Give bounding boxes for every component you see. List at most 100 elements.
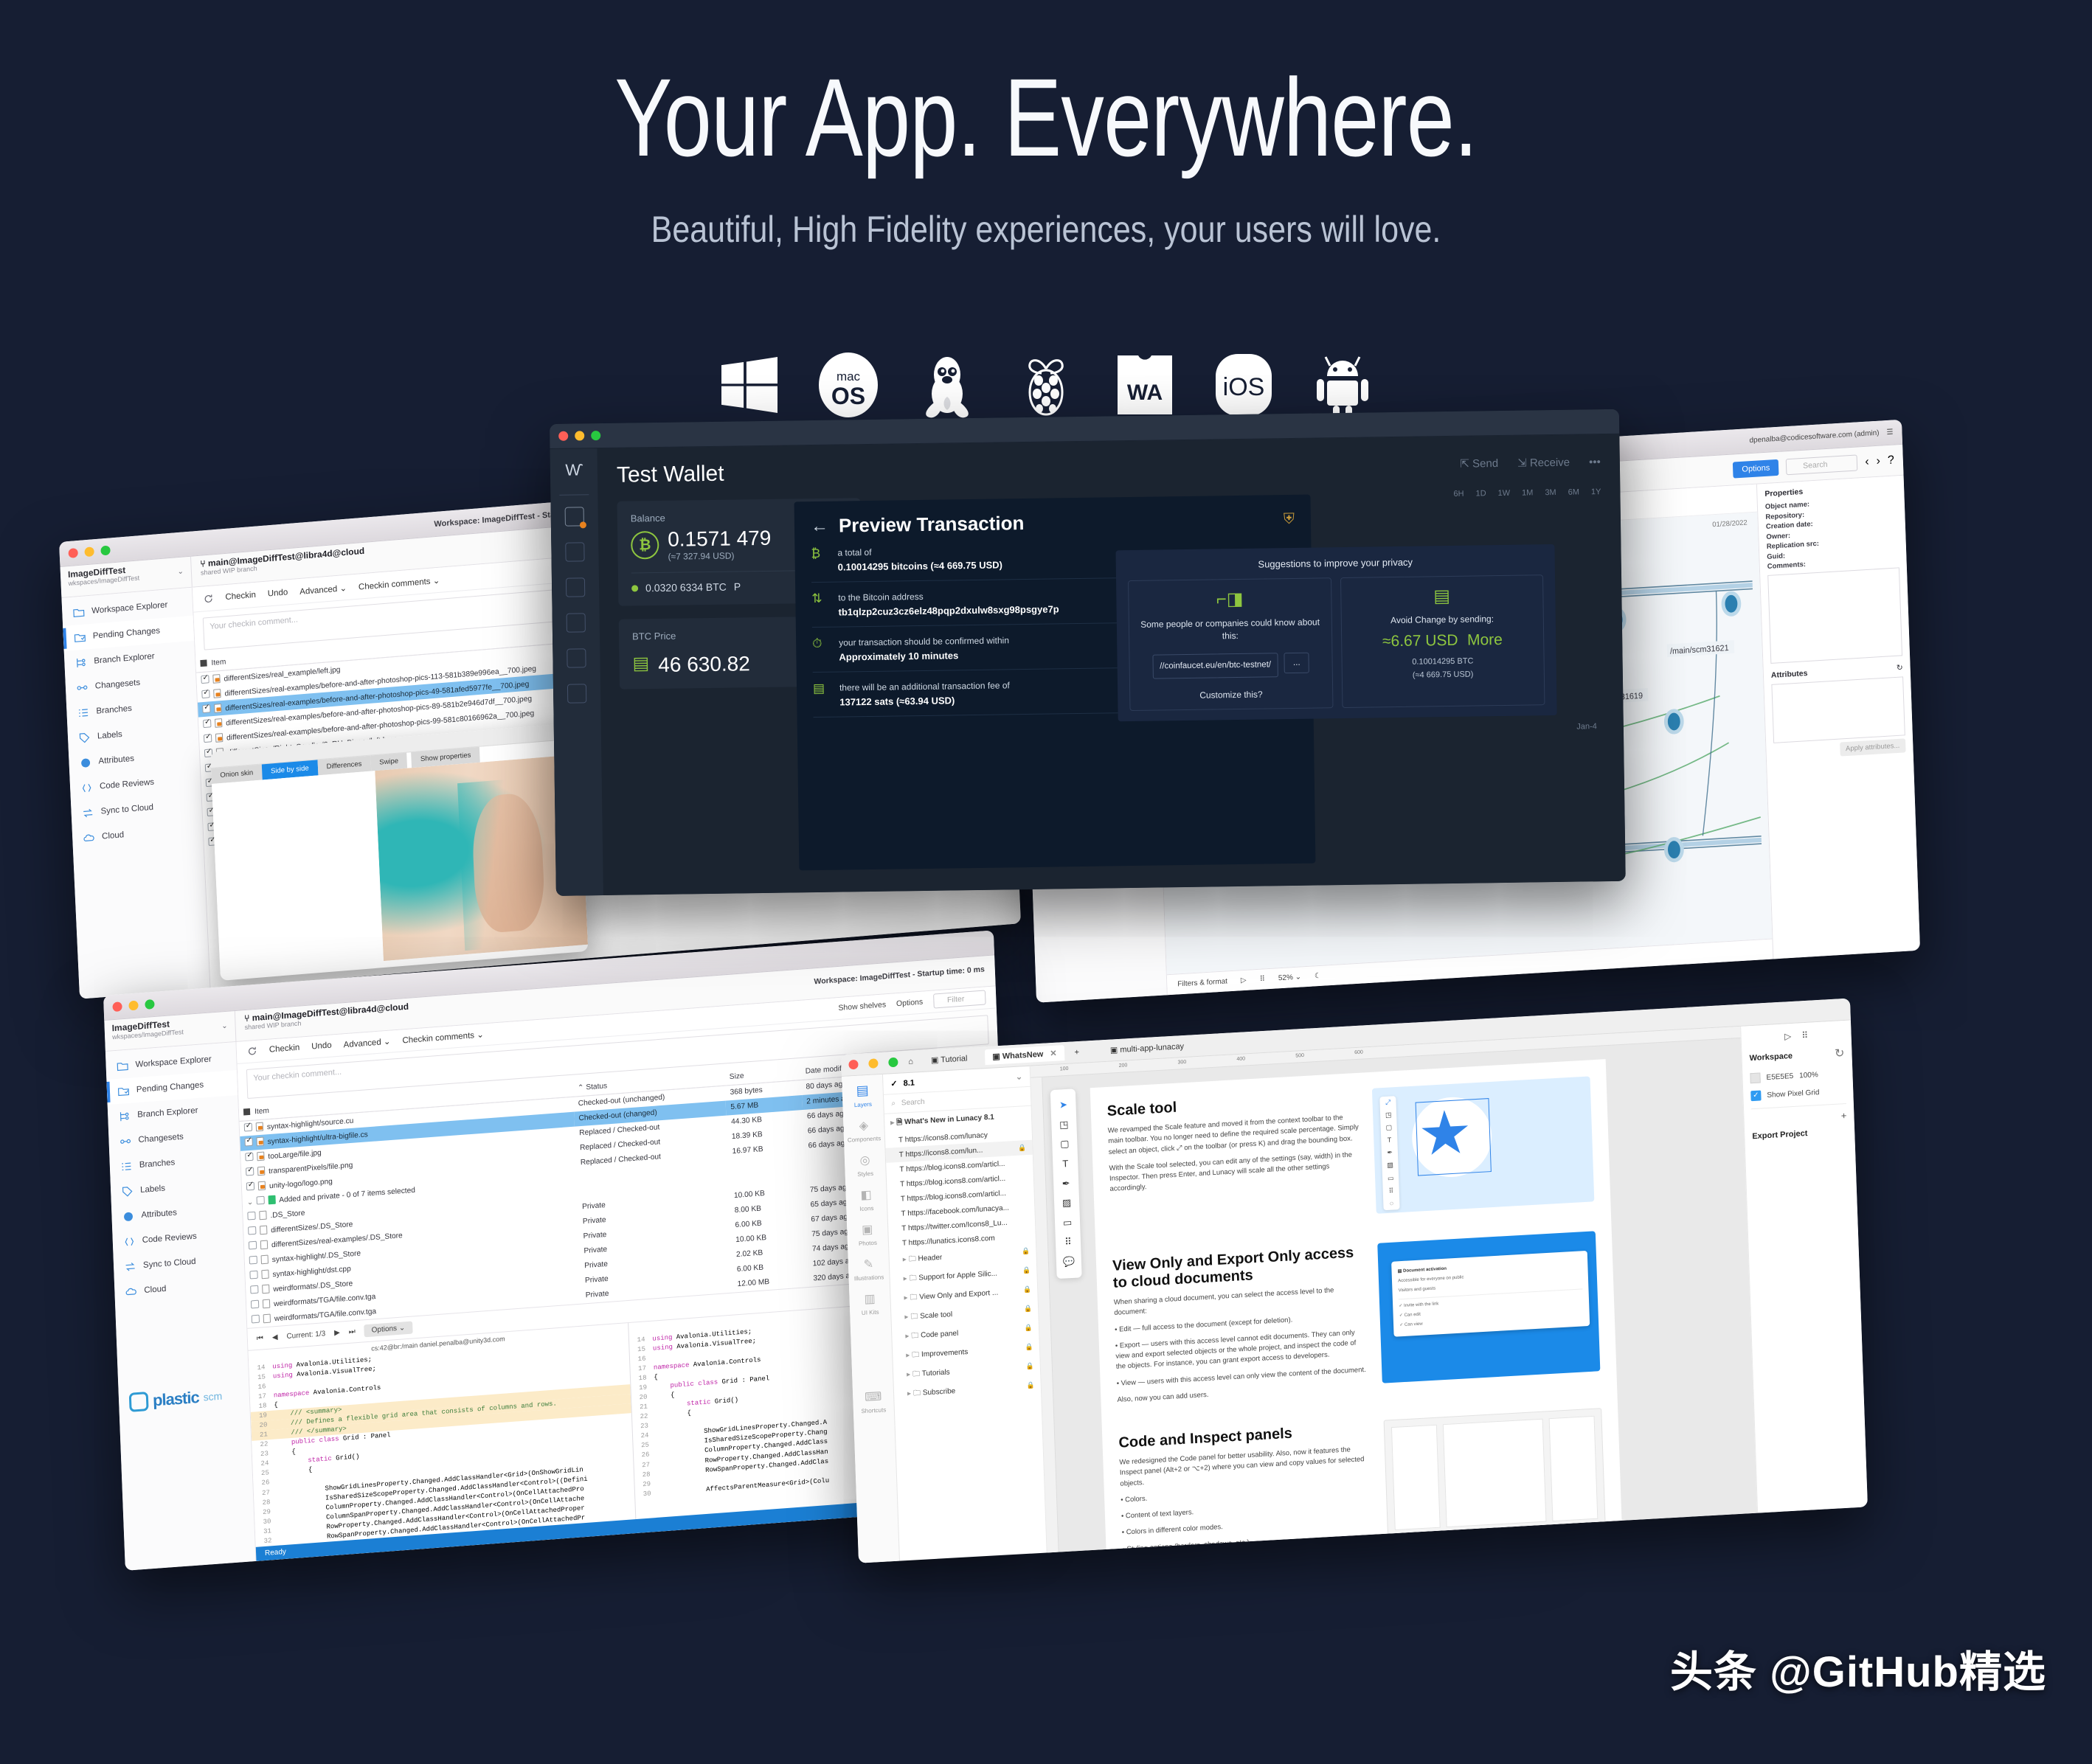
advanced-button[interactable]: Advanced ⌄ — [343, 1036, 390, 1050]
comments-textarea[interactable] — [1767, 567, 1903, 664]
play-icon[interactable]: ▷ — [1241, 976, 1247, 985]
first-diff-icon[interactable]: ⏮ — [257, 1334, 263, 1343]
components-icon[interactable]: ◈ — [843, 1117, 884, 1134]
pen-tool-icon[interactable]: ✒ — [1053, 1173, 1079, 1195]
maximize-icon[interactable] — [888, 1057, 898, 1068]
range-3m[interactable]: 3M — [1545, 488, 1556, 497]
row-checkbox[interactable] — [246, 1167, 254, 1176]
help-icon[interactable]: ? — [1888, 454, 1895, 468]
expand-icon[interactable]: ▸ — [905, 1332, 909, 1340]
opacity-value[interactable]: 100% — [1799, 1071, 1818, 1080]
customize-link[interactable]: Customize this? — [1137, 688, 1325, 701]
components-tool-icon[interactable]: ⠿ — [1056, 1232, 1081, 1254]
wallet-nav-item-6[interactable] — [567, 684, 587, 704]
show-pixel-grid-checkbox[interactable]: ✓ — [1750, 1090, 1762, 1102]
row-checkbox[interactable] — [202, 704, 211, 713]
refresh-icon[interactable] — [203, 593, 214, 604]
refresh-icon[interactable] — [247, 1046, 258, 1057]
layers-icon[interactable]: ▤ — [842, 1082, 883, 1100]
next-diff-icon[interactable]: ▶ — [334, 1329, 340, 1338]
lock-icon[interactable]: 🔒 — [1023, 1285, 1032, 1294]
preview-icon[interactable]: ▷ — [1784, 1031, 1792, 1042]
row-checkbox[interactable] — [247, 1212, 256, 1220]
expand-icon[interactable]: ▸ — [907, 1389, 911, 1397]
maximize-icon[interactable] — [100, 545, 111, 556]
lock-icon[interactable]: 🔒 — [1025, 1362, 1034, 1371]
image-tool-icon[interactable]: ▨ — [1054, 1192, 1080, 1214]
artboard-tool-icon[interactable]: ◳ — [1051, 1114, 1077, 1136]
chevron-down-icon[interactable]: ⌄ — [221, 1022, 228, 1031]
wallet-nav-item-4[interactable] — [566, 613, 586, 633]
text-tool-icon[interactable]: T — [1053, 1153, 1078, 1175]
apply-attributes-button[interactable]: Apply attributes... — [1839, 738, 1906, 757]
window-test-wallet[interactable]: Ⱳ Test Wallet ⇱ Send ⇲ Receive ••• Balan… — [550, 409, 1626, 896]
icons-icon[interactable]: ◧ — [845, 1187, 887, 1204]
row-checkbox[interactable] — [249, 1256, 258, 1265]
prev-icon[interactable]: ‹ — [1865, 455, 1869, 468]
refresh-icon[interactable]: ↻ — [1897, 663, 1903, 673]
add-export-button[interactable]: + — [1751, 1110, 1847, 1126]
filters-format-button[interactable]: Filters & format — [1177, 977, 1227, 988]
sort-asc-icon[interactable]: ⌃ — [578, 1084, 584, 1093]
column-status[interactable]: Status — [586, 1082, 607, 1091]
lock-icon[interactable]: 🔒 — [1022, 1247, 1031, 1256]
home-icon[interactable]: ⌂ — [908, 1057, 913, 1066]
range-1d[interactable]: 1D — [1475, 489, 1486, 498]
column-item[interactable]: Item — [211, 658, 226, 667]
expand-icon[interactable]: ▸ — [907, 1370, 910, 1378]
suggestion-card-change[interactable]: ▤ Avoid Change by sending: ≈6.67 USD Mor… — [1340, 574, 1545, 709]
color-swatch[interactable] — [1750, 1072, 1761, 1084]
advanced-button[interactable]: Advanced ⌄ — [299, 582, 347, 596]
sidebar[interactable]: Workspace Explorer Pending Changes Branc… — [105, 1041, 257, 1571]
row-checkbox[interactable] — [256, 1196, 265, 1205]
minimize-icon[interactable] — [868, 1058, 879, 1069]
grid-icon[interactable]: ⠿ — [1259, 975, 1265, 983]
grid-icon[interactable]: ⠿ — [1801, 1030, 1808, 1041]
add-tab-button[interactable]: + — [1074, 1047, 1079, 1056]
wallet-nav-item-5[interactable] — [567, 648, 586, 668]
close-icon[interactable] — [558, 431, 569, 441]
range-1w[interactable]: 1W — [1498, 489, 1511, 498]
tool-palette[interactable]: ➤ ◳ ▢ T ✒ ▨ ▭ ⠿ 💬 — [1050, 1088, 1082, 1279]
checkin-button[interactable]: Checkin — [269, 1044, 300, 1055]
minimize-icon[interactable] — [84, 546, 94, 558]
layers-list[interactable]: ▸ 🗎 What's New in Lunacy 8.1 T https://ico… — [884, 1106, 1041, 1405]
show-shelves-button[interactable]: Show shelves — [838, 1001, 886, 1013]
more-options-icon[interactable]: ••• — [1589, 456, 1601, 468]
row-checkbox[interactable] — [251, 1315, 260, 1324]
select-tool-icon[interactable]: ➤ — [1050, 1094, 1076, 1116]
wallet-nav-item-1[interactable] — [564, 507, 586, 529]
range-1y[interactable]: 1Y — [1591, 487, 1601, 496]
comment-tool-icon[interactable]: 💬 — [1056, 1251, 1082, 1273]
expand-icon[interactable]: ▸ — [904, 1294, 907, 1302]
minimize-icon[interactable] — [128, 1000, 139, 1011]
lunacy-layers-panel[interactable]: ✓ 8.1 ⌄ ⌕ Search ▸ 🗎 What's New in Lunacy… — [882, 1066, 1047, 1561]
tab-tutorial[interactable]: ▣ Tutorial — [924, 1050, 975, 1069]
expand-icon[interactable]: ▸ — [890, 1119, 894, 1127]
row-checkbox[interactable] — [244, 1138, 253, 1147]
rectangle-tool-icon[interactable]: ▢ — [1052, 1134, 1078, 1156]
properties-panel[interactable]: Properties Object name: Repository: Crea… — [1756, 475, 1921, 959]
close-icon[interactable] — [112, 1001, 122, 1013]
last-diff-icon[interactable]: ⏭ — [349, 1327, 356, 1336]
avoid-change-more[interactable]: More — [1467, 631, 1503, 649]
diff-left-code[interactable]: 14 using Avalonia.Utilities; 15 using Avalo… — [249, 1336, 635, 1547]
input-tool-icon[interactable]: ▭ — [1055, 1212, 1081, 1234]
range-1m[interactable]: 1M — [1522, 488, 1533, 497]
expand-icon[interactable]: ▸ — [904, 1313, 908, 1321]
hamburger-menu-icon[interactable]: ☰ — [1886, 428, 1893, 437]
ui-kits-icon[interactable]: ▥ — [849, 1291, 890, 1308]
next-icon[interactable]: › — [1876, 454, 1880, 468]
checkin-comments-button[interactable]: Checkin comments ⌄ — [359, 574, 440, 591]
expand-icon[interactable]: ▸ — [903, 1274, 907, 1282]
row-checkbox[interactable] — [250, 1300, 260, 1309]
faucet-link[interactable]: //coinfaucet.eu/en/btc-testnet/ — [1151, 653, 1279, 679]
lock-icon[interactable]: 🔒 — [1022, 1266, 1031, 1275]
row-checkbox[interactable] — [248, 1226, 257, 1235]
color-hex[interactable]: E5E5E5 — [1766, 1072, 1793, 1081]
row-checkbox[interactable] — [248, 1241, 257, 1250]
undo-button[interactable]: Undo — [311, 1041, 332, 1052]
column-item[interactable]: Item — [254, 1107, 269, 1116]
styles-icon[interactable]: ◎ — [845, 1152, 886, 1169]
row-checkbox[interactable] — [201, 674, 209, 684]
